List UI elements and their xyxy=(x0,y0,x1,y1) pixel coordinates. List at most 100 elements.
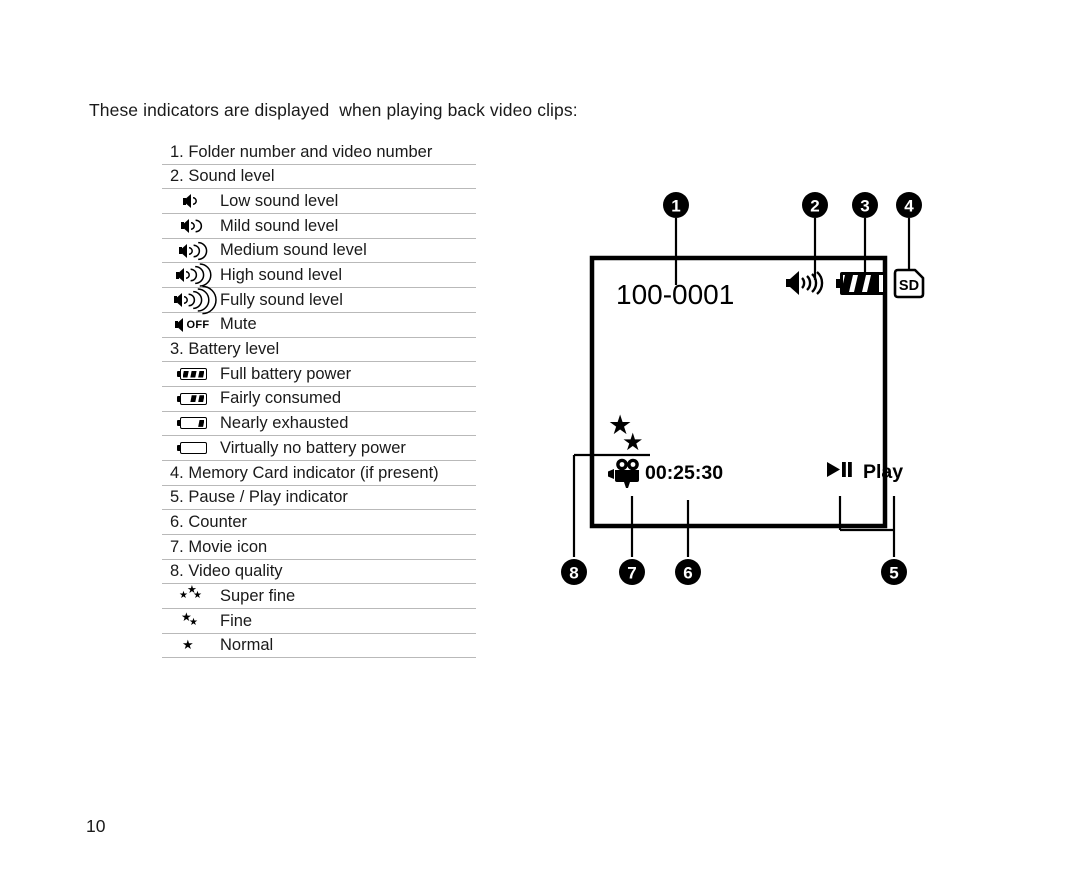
indicator-row-label: 2. Sound level xyxy=(170,167,275,186)
speaker-level-2-icon xyxy=(180,216,203,236)
callout-1: 1 xyxy=(663,192,689,218)
battery-empty-icon xyxy=(177,442,207,455)
speaker-mute-icon: OFF xyxy=(174,317,210,332)
indicator-row-label: Mute xyxy=(220,315,257,334)
battery-segment xyxy=(182,370,189,378)
indicator-row-label: 5. Pause / Play indicator xyxy=(170,488,348,507)
indicator-icon-row: ★ ★ ★ Super fine xyxy=(162,584,476,610)
indicator-section-row: 2. Sound level xyxy=(162,165,476,190)
indicator-row-label: 3. Battery level xyxy=(170,340,280,359)
counter-text: 00:25:30 xyxy=(645,462,723,484)
battery-segment xyxy=(190,420,196,427)
battery-segment xyxy=(190,395,197,403)
screen-play-pause-icon xyxy=(827,462,852,477)
battery-segment xyxy=(198,395,205,403)
indicator-icon-row: Fully sound level xyxy=(162,285,476,315)
indicator-icon-row: OFF Mute xyxy=(162,313,476,338)
battery-two-thirds-icon xyxy=(177,392,207,405)
battery-segment xyxy=(198,445,204,452)
indicator-section-row: 7. Movie icon xyxy=(162,535,476,560)
indicator-row-label: Virtually no battery power xyxy=(220,438,406,457)
indicator-row-label: Fully sound level xyxy=(220,290,343,309)
indicator-row-label: Full battery power xyxy=(220,364,352,383)
speaker-cone xyxy=(174,317,183,332)
battery-body xyxy=(180,368,207,381)
battery-segment xyxy=(183,395,189,402)
speaker-arcs xyxy=(192,191,201,211)
indicator-icon-row: ★ Normal xyxy=(162,634,476,659)
callout-7: 7 xyxy=(619,559,645,585)
speaker-level-3-icon xyxy=(178,241,207,260)
speaker-level-4-icon xyxy=(176,263,212,288)
indicator-row-label: 1. Folder number and video number xyxy=(170,142,433,161)
indicator-row-label: Normal xyxy=(220,636,274,655)
battery-body xyxy=(180,417,207,430)
battery-segment xyxy=(198,370,205,378)
indicator-row-label: Fine xyxy=(220,611,253,630)
indicator-icon-cell xyxy=(162,392,220,405)
intro-text: These indicators are displayed when play… xyxy=(89,100,578,120)
indicator-row-label: 6. Counter xyxy=(170,512,248,531)
star-glyph: ★ xyxy=(189,616,198,628)
indicator-icon-row: Fairly consumed xyxy=(162,387,476,412)
battery-full-icon xyxy=(177,368,207,381)
indicator-row-label: High sound level xyxy=(220,266,342,285)
battery-segment xyxy=(198,419,205,427)
indicator-icon-row: Full battery power xyxy=(162,362,476,387)
speaker-arcs xyxy=(185,263,212,288)
speaker-cone xyxy=(176,268,185,283)
indicator-table: 1. Folder number and video number 2. Soun… xyxy=(162,140,476,659)
indicator-icon-row: Low sound level xyxy=(162,189,476,215)
indicator-section-row: 1. Folder number and video number xyxy=(162,140,476,165)
callout-7-label: 7 xyxy=(627,564,636,583)
screen-speaker-icon xyxy=(786,271,824,295)
speaker-cone xyxy=(178,243,187,258)
indicator-row-label: 4. Memory Card indicator (if present) xyxy=(170,463,439,482)
speaker-level-1-icon xyxy=(183,191,201,211)
stars-three-icon: ★ ★ ★ xyxy=(179,584,205,605)
callout-6: 6 xyxy=(675,559,701,585)
battery-body xyxy=(180,392,207,405)
screen-battery-icon xyxy=(836,272,886,295)
indicator-row-label: Fairly consumed xyxy=(220,389,342,408)
callout-5-label: 5 xyxy=(889,564,898,583)
star-glyph: ★ xyxy=(193,590,202,602)
indicator-icon-row: ★ ★ Fine xyxy=(162,609,476,634)
indicator-icon-cell xyxy=(162,216,220,236)
callout-4: 4 xyxy=(896,192,922,218)
speaker-off-label: OFF xyxy=(186,318,210,331)
indicator-section-row: 4. Memory Card indicator (if present) xyxy=(162,461,476,486)
battery-segment xyxy=(183,445,189,452)
star-glyph: ★ xyxy=(182,637,194,653)
callout-8: 8 xyxy=(561,559,587,585)
callout-5: 5 xyxy=(881,559,907,585)
sd-card-label: SD xyxy=(899,278,919,294)
indicator-icon-cell xyxy=(162,285,220,315)
playback-label: Play xyxy=(863,461,903,483)
speaker-level-5-icon xyxy=(174,285,217,315)
screen-quality-stars-icon: ★ ★ xyxy=(608,410,644,456)
callout-3-label: 3 xyxy=(860,197,869,216)
speaker-cone xyxy=(183,194,192,209)
stars-one-icon: ★ xyxy=(179,637,205,655)
screen-movie-camera-icon xyxy=(608,458,639,488)
battery-segment xyxy=(190,370,197,378)
indicator-icon-row: High sound level xyxy=(162,263,476,289)
callout-4-label: 4 xyxy=(904,197,914,216)
indicator-row-label: Super fine xyxy=(220,586,296,605)
indicator-row-label: 7. Movie icon xyxy=(170,537,268,556)
indicator-icon-cell xyxy=(162,368,220,381)
callout-6-label: 6 xyxy=(683,564,692,583)
battery-low-icon xyxy=(177,417,207,430)
indicator-icon-cell xyxy=(162,241,220,260)
speaker-arcs xyxy=(190,216,203,236)
indicator-section-row: 8. Video quality xyxy=(162,560,476,585)
indicator-icon-cell xyxy=(162,191,220,211)
callout-3: 3 xyxy=(852,192,878,218)
stars-two-icon: ★ ★ xyxy=(179,611,205,630)
folder-number-text: 100-0001 xyxy=(616,279,734,310)
speaker-arcs xyxy=(183,285,217,315)
camera-display-diagram: 1 2 3 4 5 6 7 8 100-0001 SD ★ ★ 00:25:30… xyxy=(540,180,970,600)
indicator-row-label: Mild sound level xyxy=(220,216,339,235)
indicator-icon-cell: ★ ★ xyxy=(162,611,220,630)
